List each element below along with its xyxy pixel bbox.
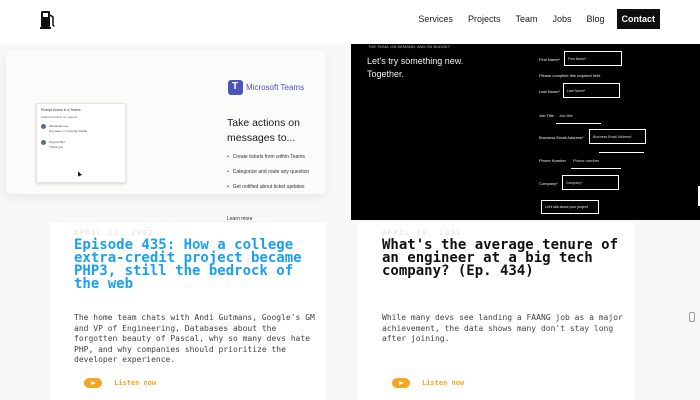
message-text: Thank you <box>49 144 64 149</box>
bullet-item: Get notified about ticket updates <box>227 185 309 190</box>
first-name-label: First Name* <box>539 57 561 62</box>
teams-screenshot: Prompt Action in a Teams Added workflow … <box>36 103 126 183</box>
cursor-icon <box>76 170 82 177</box>
phone-underline <box>571 168 621 169</box>
teams-card: Prompt Action in a Teams Added workflow … <box>6 50 326 222</box>
contact-button[interactable]: Contact <box>616 9 660 29</box>
episode-description: The home team chats with Andi Gutmans, G… <box>74 313 315 364</box>
nav-team[interactable]: Team <box>515 14 537 24</box>
microsoft-teams-icon <box>228 80 243 95</box>
screenshot-message: Alexander Lee Hey team, I'm having troub… <box>41 124 87 133</box>
episode-date: APRIL 22, 2022 <box>74 229 155 237</box>
teams-brand: Microsoft Teams <box>228 80 304 95</box>
avatar <box>41 140 46 145</box>
avatar <box>41 124 46 129</box>
required-note: Please complete this required field. <box>539 73 602 78</box>
play-icon <box>392 378 410 388</box>
email-underline <box>599 152 644 153</box>
job-title-field[interactable]: Job title <box>559 113 573 118</box>
submit-button[interactable]: Let's talk about your project <box>541 200 599 214</box>
company-label: Company* <box>539 181 558 186</box>
episode-date: APRIL 19, 2022 <box>382 229 463 237</box>
message-text: Hey team, I'm having trouble <box>49 128 88 133</box>
episode-title[interactable]: Episode 435: How a college extra-credit … <box>74 238 326 291</box>
company-field[interactable]: Company* <box>562 175 619 190</box>
page: Services Projects Team Jobs Blog Contact… <box>0 0 700 400</box>
listen-now-button[interactable]: Listen now <box>84 378 156 388</box>
top-nav: Services Projects Team Jobs Blog Contact <box>0 0 700 44</box>
nav-jobs[interactable]: Jobs <box>552 14 571 24</box>
episode-description: While many devs see landing a FAANG job … <box>382 313 623 343</box>
message-author: Support Bot <box>49 140 65 144</box>
first-name-field[interactable]: First Name* <box>564 51 622 66</box>
nav-projects[interactable]: Projects <box>468 14 501 24</box>
teams-bullet-list: Create tickets from within Teams Categor… <box>227 155 309 200</box>
fuel-pump-icon[interactable] <box>40 9 56 29</box>
podcast-card[interactable]: APRIL 22, 2022 Episode 435: How a colleg… <box>50 223 326 400</box>
last-name-field[interactable]: Last Name* <box>563 83 620 98</box>
teams-brand-name: Microsoft Teams <box>246 83 305 92</box>
screenshot-message: Support Bot Thank you <box>41 140 65 149</box>
job-title-label: Job Title <box>539 113 554 118</box>
listen-now-label: Listen now <box>422 379 465 387</box>
email-field[interactable]: Business Email Address* <box>589 129 646 144</box>
screenshot-subtitle: Added workflow for support <box>41 115 78 119</box>
contact-form-section: THE TEAM, ON DEMAND, AND ON BUDGET Let's… <box>351 44 700 220</box>
email-label: Business Email Address* <box>539 135 584 140</box>
phone-label: Phone Number <box>539 158 566 163</box>
teams-heading: Take actions on messages to... <box>227 117 300 144</box>
last-name-label: Last Name* <box>539 89 560 94</box>
bullet-item: Create tickets from within Teams <box>227 155 309 160</box>
play-icon <box>84 378 102 388</box>
listen-now-button[interactable]: Listen now <box>392 378 464 388</box>
nav-services[interactable]: Services <box>418 14 453 24</box>
episode-title[interactable]: What's the average tenure of an engineer… <box>382 238 634 278</box>
phone-field[interactable]: Phone number <box>573 158 599 163</box>
podcast-card[interactable]: APRIL 19, 2022 What's the average tenure… <box>358 223 634 400</box>
bullet-item: Categorize and route any question <box>227 170 309 175</box>
nav-menu: Services Projects Team Jobs Blog Contact <box>403 9 660 29</box>
section-heading: Let's try something new. Together. <box>367 56 464 79</box>
listen-now-label: Listen now <box>114 379 157 387</box>
screenshot-title: Prompt Action in a Teams <box>41 108 81 112</box>
job-title-underline <box>556 123 601 124</box>
nav-blog[interactable]: Blog <box>586 14 604 24</box>
teams-section: Prompt Action in a Teams Added workflow … <box>0 44 350 222</box>
section-eyebrow: THE TEAM, ON DEMAND, AND ON BUDGET <box>368 44 451 49</box>
side-scroll-handle[interactable] <box>689 312 695 322</box>
